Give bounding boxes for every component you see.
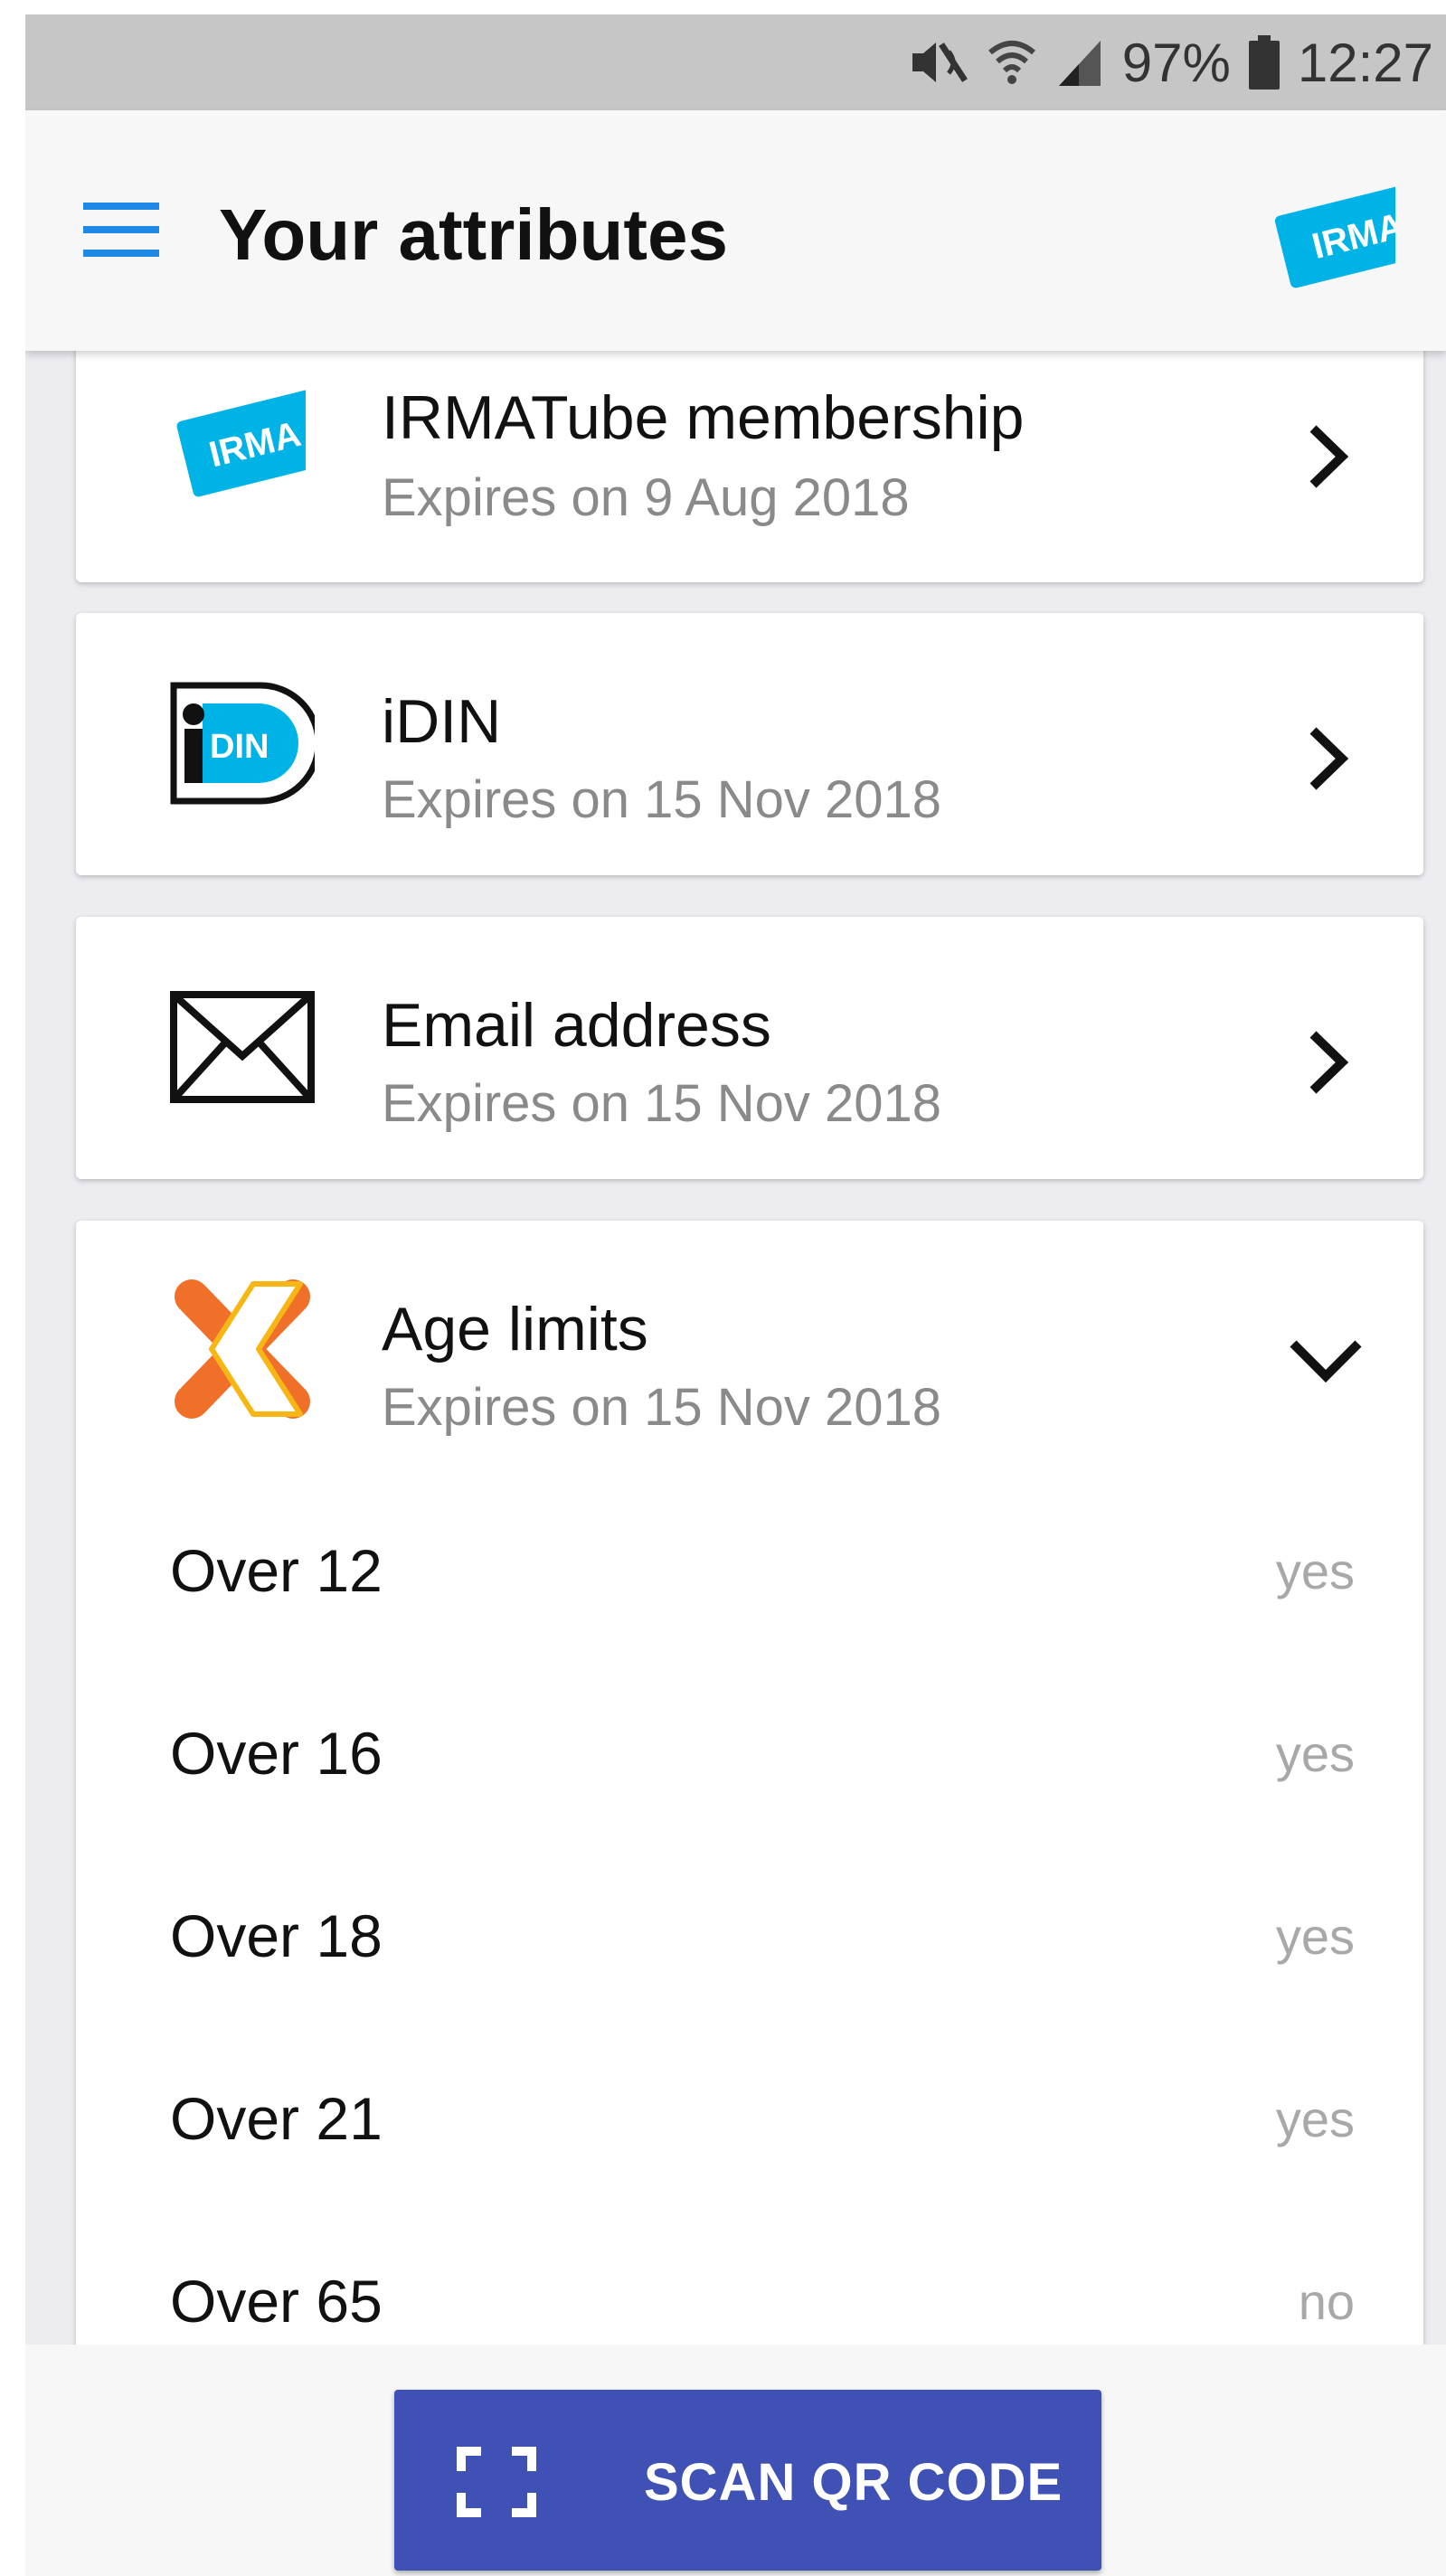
card-header[interactable]: Email address Expires on 15 Nov 2018 xyxy=(76,917,1423,1179)
attribute-row-over-12: Over 12 yes xyxy=(76,1483,1423,1664)
attribute-value: no xyxy=(1298,2273,1355,2330)
app-bar: Your attributes IRMA xyxy=(25,110,1446,351)
phone-screen: 97% 12:27 Your attributes IRMA IRMA IRMA… xyxy=(25,14,1446,2576)
attribute-value: yes xyxy=(1275,1908,1355,1965)
idin-logo-text: DIN xyxy=(210,728,269,766)
battery-percent: 97% xyxy=(1121,32,1231,93)
scan-button-label: SCAN QR CODE xyxy=(644,2453,1063,2512)
card-title: Age limits xyxy=(382,1295,648,1363)
card-header[interactable]: Age limits Expires on 15 Nov 2018 xyxy=(76,1221,1423,1483)
card-expiry: Expires on 15 Nov 2018 xyxy=(382,770,942,829)
irma-logo: IRMA xyxy=(176,389,306,497)
signal-icon xyxy=(1058,41,1101,86)
attribute-name: Over 12 xyxy=(170,1537,383,1604)
card-header[interactable]: DIN iDIN Expires on 15 Nov 2018 xyxy=(76,613,1423,875)
attribute-name: Over 21 xyxy=(170,2085,383,2152)
menu-icon[interactable] xyxy=(83,203,159,257)
attribute-name: Over 65 xyxy=(170,2268,383,2335)
chevron-down-icon xyxy=(1290,1340,1362,1383)
attribute-value: yes xyxy=(1275,1543,1355,1599)
attribute-row-over-21: Over 21 yes xyxy=(76,2031,1423,2212)
chevron-right-icon xyxy=(1309,727,1349,790)
attribute-row-over-18: Over 18 yes xyxy=(76,1848,1423,2029)
card-expiry: Expires on 15 Nov 2018 xyxy=(382,1378,942,1437)
credential-card-age-limits: Age limits Expires on 15 Nov 2018 Over 1… xyxy=(76,1221,1423,2486)
credential-card-email[interactable]: Email address Expires on 15 Nov 2018 xyxy=(76,917,1423,1179)
mute-icon xyxy=(912,42,968,82)
envelope-icon xyxy=(170,991,315,1103)
attribute-name: Over 18 xyxy=(170,1902,383,1969)
battery-icon xyxy=(1248,35,1280,90)
credential-card-idin[interactable]: DIN iDIN Expires on 15 Nov 2018 xyxy=(76,613,1423,875)
chevron-right-icon xyxy=(1309,425,1349,488)
card-title: IRMATube membership xyxy=(382,383,1025,452)
wifi-icon xyxy=(988,41,1035,84)
card-expiry: Expires on 15 Nov 2018 xyxy=(382,1074,942,1133)
attribute-value: yes xyxy=(1275,1725,1355,1782)
status-bar: 97% 12:27 xyxy=(25,14,1446,110)
card-title: iDIN xyxy=(382,687,502,756)
chevron-right-icon xyxy=(1309,1031,1349,1094)
card-title: Email address xyxy=(382,991,771,1060)
scan-frame-icon xyxy=(457,2447,536,2517)
page-title: Your attributes xyxy=(219,194,729,275)
scan-qr-code-button[interactable]: SCAN QR CODE xyxy=(394,2390,1101,2571)
idin-logo: DIN xyxy=(170,682,315,805)
irma-logo: IRMA xyxy=(1274,185,1395,288)
bottom-action-bar: SCAN QR CODE xyxy=(25,2345,1446,2576)
attribute-value: yes xyxy=(1275,2090,1355,2147)
card-expiry: Expires on 9 Aug 2018 xyxy=(382,468,910,527)
clock: 12:27 xyxy=(1297,32,1433,93)
age-limits-logo xyxy=(175,1279,310,1419)
attribute-row-over-16: Over 16 yes xyxy=(76,1665,1423,1846)
attribute-name: Over 16 xyxy=(170,1720,383,1787)
